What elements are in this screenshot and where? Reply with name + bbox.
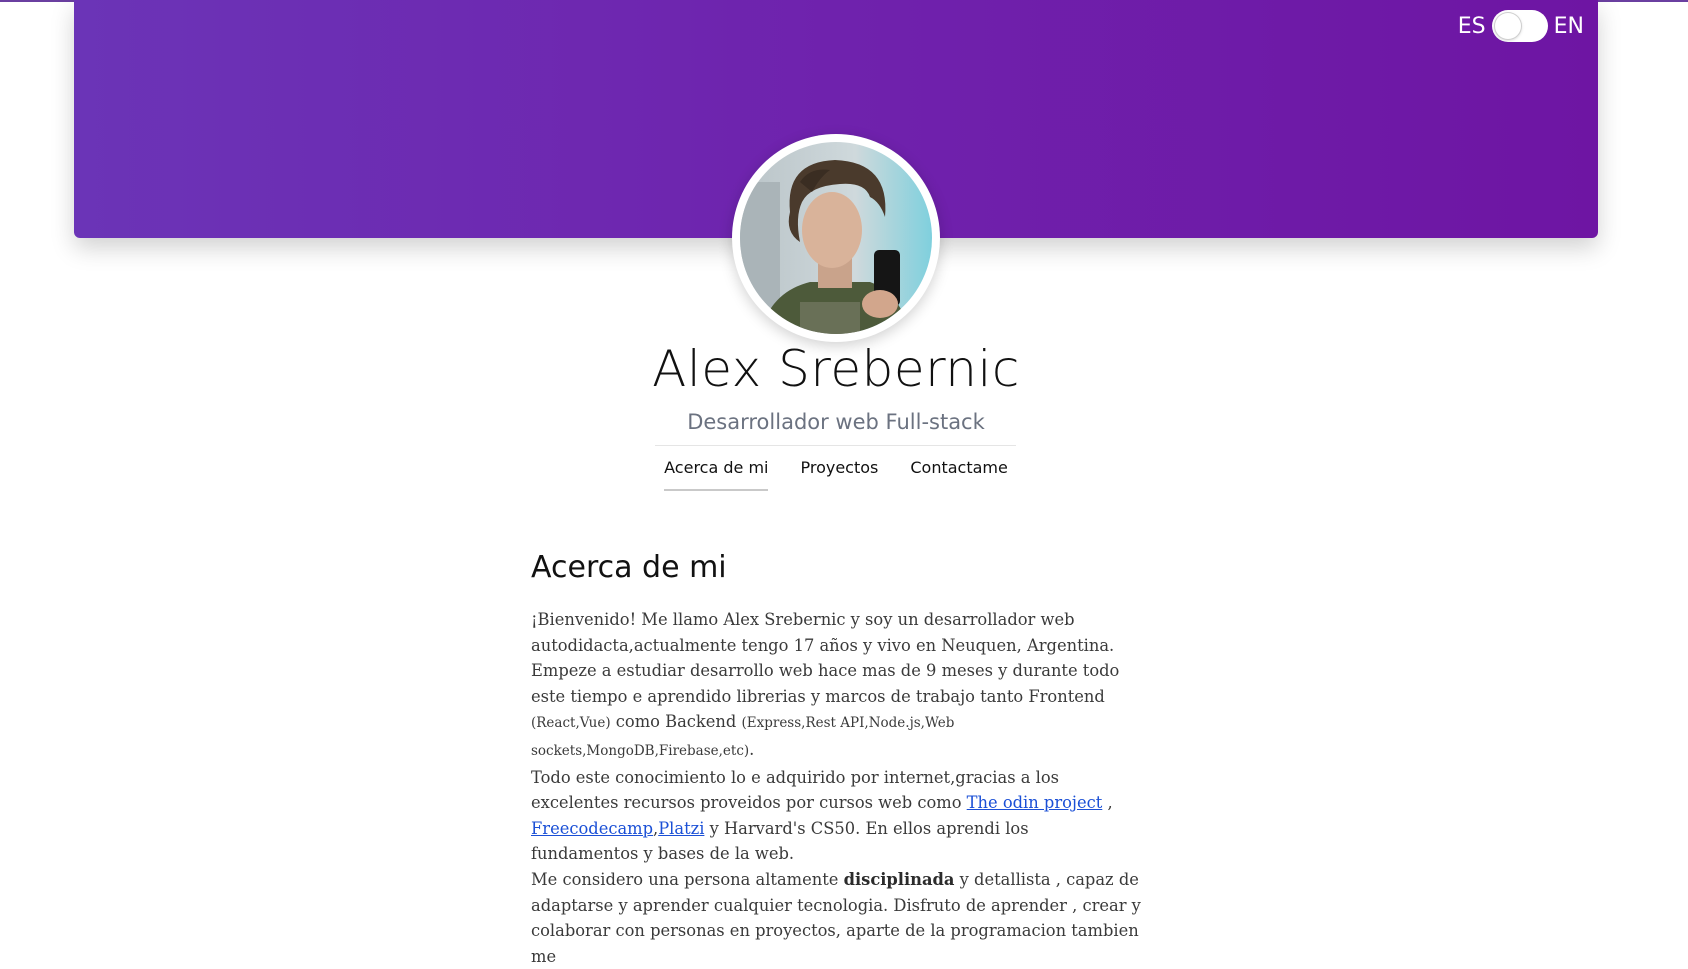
about-section: Acerca de mi ¡Bienvenido! Me llamo Alex … — [531, 550, 1141, 969]
lang-es-label: ES — [1457, 13, 1486, 39]
about-title: Acerca de mi — [531, 550, 727, 585]
nav-item-contact[interactable]: Contactame — [910, 458, 1007, 491]
header-divider — [655, 445, 1016, 446]
about-bold-disciplined: disciplinada — [843, 869, 955, 889]
link-freecodecamp[interactable]: Freecodecamp — [531, 819, 653, 838]
about-paragraph-1: ¡Bienvenido! Me llamo Alex Srebernic y s… — [531, 607, 1141, 658]
about-paragraph-2: Empeze a estudiar desarrollo web hace ma… — [531, 658, 1141, 764]
lang-en-label: EN — [1553, 13, 1584, 39]
about-sep-1: , — [1102, 793, 1113, 813]
profile-name: Alex Srebernic — [652, 340, 1020, 398]
about-text-2b: como Backend — [610, 712, 742, 732]
avatar-frame — [732, 134, 940, 342]
link-platzi[interactable]: Platzi — [658, 819, 704, 838]
language-switcher: ES EN — [1452, 10, 1590, 42]
main-nav: Acerca de mi Proyectos Contactame — [0, 458, 1672, 491]
language-toggle[interactable] — [1491, 10, 1548, 42]
about-text-1: ¡Bienvenido! Me llamo Alex Srebernic y s… — [531, 610, 1115, 655]
about-text-4a: Me considero una persona altamente — [531, 869, 844, 889]
profile-role: Desarrollador web Full-stack — [687, 410, 985, 434]
about-paragraph-4: Me considero una persona altamente disci… — [531, 867, 1141, 969]
avatar — [740, 142, 932, 334]
frontend-stack: (React,Vue) — [531, 715, 611, 732]
about-text-2a: Empeze a estudiar desarrollo web hace ma… — [531, 661, 1120, 706]
link-odin-project[interactable]: The odin project — [967, 793, 1103, 812]
about-paragraph-3: Todo este conocimiento lo e adquirido po… — [531, 765, 1141, 867]
toggle-knob — [1494, 13, 1521, 39]
about-text-2c: . — [749, 739, 755, 759]
nav-item-about[interactable]: Acerca de mi — [664, 458, 769, 491]
nav-item-projects[interactable]: Proyectos — [800, 458, 878, 491]
avatar-photo — [740, 142, 932, 334]
